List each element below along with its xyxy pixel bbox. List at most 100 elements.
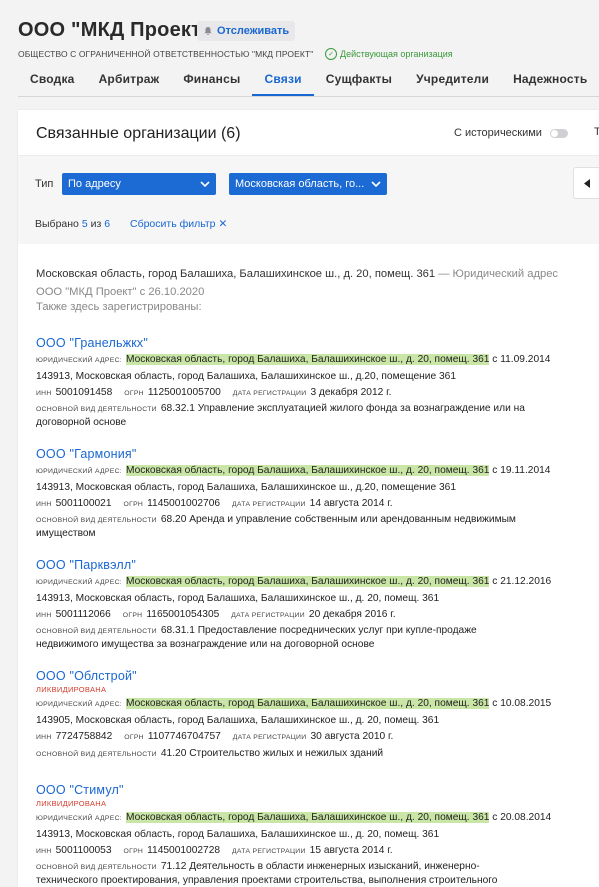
- close-icon: ✕: [218, 218, 228, 230]
- org-name-link[interactable]: ООО "Гармония": [36, 447, 596, 463]
- tab-bar: Сводка Арбитраж Финансы Связи Сущфакты У…: [18, 66, 599, 97]
- org-ids: ИНН 5001112066 ОГРН 1165001054305 ДАТА РЕГИС…: [36, 607, 596, 624]
- address-info: Московская область, город Балашиха, Бала…: [36, 265, 581, 301]
- org-ogrn: 1107746704757: [147, 731, 221, 742]
- status-badge: ✓ Действующая организация: [325, 48, 453, 60]
- activity-label: ОСНОВНОЙ ВИД ДЕЯТЕЛЬНОСТИ: [36, 517, 157, 524]
- activity-label: ОСНОВНОЙ ВИД ДЕЯТЕЛЬНОСТИ: [36, 864, 157, 871]
- org-legal-address: ЮРИДИЧЕСКИЙ АДРЕС: Московская область, го…: [36, 352, 596, 369]
- toggle-switch[interactable]: [549, 128, 568, 138]
- org-address-highlight: Московская область, город Балашиха, Бала…: [126, 576, 490, 587]
- selected-number: 5: [81, 218, 88, 230]
- legal-address-label: ЮРИДИЧЕСКИЙ АДРЕС:: [36, 357, 122, 364]
- tab-founders[interactable]: Учредители: [404, 66, 501, 96]
- activity-line1: 71.12 Деятельность в области инженерных …: [160, 861, 480, 872]
- activity-line1: 68.31.1 Предоставление посреднических ус…: [160, 625, 477, 636]
- org-inn: 5001091458: [55, 387, 113, 398]
- ogrn-label: ОГРН: [123, 848, 144, 855]
- liquidated-badge: ЛИКВИДИРОВАНА: [36, 685, 107, 694]
- company-title: ООО "МКД Проект": [18, 19, 211, 41]
- legal-address-label: ЮРИДИЧЕСКИЙ АДРЕС:: [36, 579, 122, 586]
- type-select-value: По адресу: [68, 178, 121, 190]
- legal-address-label: ЮРИДИЧЕСКИЙ АДРЕС:: [36, 701, 122, 708]
- org-entry: ООО "Облстрой" ЛИКВИДИРОВАНА ЮРИДИЧЕСКИЙ…: [36, 669, 596, 763]
- region-select[interactable]: Московская область, го...: [229, 173, 387, 195]
- tab-summary[interactable]: Сводка: [18, 66, 87, 96]
- chevron-down-icon: [198, 181, 212, 187]
- org-ids: ИНН 7724758842 ОГРН 1107746704757 ДАТА РЕГИС…: [36, 729, 596, 746]
- related-orgs-card: Связанные организации (6) С историческим…: [18, 110, 599, 887]
- legal-address-label: ЮРИДИЧЕСКИЙ АДРЕС:: [36, 468, 122, 475]
- org-entry: ООО "Стимул" ЛИКВИДИРОВАНА ЮРИДИЧЕСКИЙ А…: [36, 783, 596, 887]
- company-header: ООО "МКД Проект" Отслеживать ОБЩЕСТВО С …: [0, 0, 599, 100]
- bell-icon: [204, 27, 212, 35]
- org-name-link[interactable]: ООО "Облстрой": [36, 669, 596, 685]
- org-inn: 7724758842: [55, 731, 113, 742]
- activity-line2: недвижимого имущества за вознаграждение …: [36, 639, 375, 650]
- chevron-down-icon: [369, 181, 383, 187]
- tab-reliability[interactable]: Надежность: [501, 66, 599, 96]
- org-ids: ИНН 5001100053 ОГРН 1145001002728 ДАТА РЕГИС…: [36, 843, 596, 860]
- org-postal-address: 143913, Московская область, город Балаши…: [36, 371, 456, 382]
- org-reg-date: 15 августа 2014 г.: [309, 845, 393, 856]
- org-since: с 20.08.2014: [492, 812, 552, 823]
- activity-line2: договорной основе: [36, 417, 127, 428]
- tab-finance[interactable]: Финансы: [171, 66, 252, 96]
- region-select-value: Московская область, го...: [235, 178, 365, 190]
- reg-date-label: ДАТА РЕГИСТРАЦИИ: [232, 390, 307, 397]
- org-entry: ООО "Парквэлл" ЮРИДИЧЕСКИЙ АДРЕС: Московс…: [36, 558, 596, 651]
- activity-label: ОСНОВНОЙ ВИД ДЕЯТЕЛЬНОСТИ: [36, 751, 157, 758]
- org-name-link[interactable]: ООО "Стимул": [36, 783, 596, 799]
- company-full-name: ОБЩЕСТВО С ОГРАНИЧЕННОЙ ОТВЕТСТВЕННОСТЬЮ…: [18, 49, 314, 59]
- org-reg-date: 30 августа 2010 г.: [310, 731, 394, 742]
- main-address: Московская область, город Балашиха, Бала…: [36, 268, 436, 280]
- status-text: Действующая организация: [340, 49, 453, 59]
- collapse-panel-button[interactable]: [573, 167, 599, 199]
- tab-facts[interactable]: Сущфакты: [314, 66, 404, 96]
- also-registered-label: Также здесь зарегистрированы:: [36, 301, 202, 313]
- reset-filter-link[interactable]: Сбросить фильтр ✕: [130, 218, 227, 230]
- org-entry: ООО "Гранельжкх" ЮРИДИЧЕСКИЙ АДРЕС: Моско…: [36, 336, 596, 429]
- org-ids: ИНН 5001100021 ОГРН 1145001002706 ДАТА РЕГИС…: [36, 496, 596, 513]
- org-reg-date: 20 декабря 2016 г.: [308, 609, 396, 620]
- filter-panel: Тип По адресу Московская область, го... …: [18, 156, 599, 244]
- selected-prefix: Выбрано: [35, 218, 79, 230]
- org-ogrn: 1125001005700: [147, 387, 221, 398]
- org-postal-address: 143913, Московская область, город Балаши…: [36, 829, 440, 840]
- cut-off-label: Т: [594, 126, 599, 138]
- org-postal-address: 143913, Московская область, город Балаши…: [36, 482, 456, 493]
- triangle-left-icon: [583, 178, 590, 188]
- reg-date-label: ДАТА РЕГИСТРАЦИИ: [232, 501, 306, 508]
- reset-filter-label: Сбросить фильтр: [130, 218, 216, 230]
- org-name-link[interactable]: ООО "Гранельжкх": [36, 336, 596, 352]
- org-entry: ООО "Гармония" ЮРИДИЧЕСКИЙ АДРЕС: Московс…: [36, 447, 596, 540]
- org-name-link[interactable]: ООО "Парквэлл": [36, 558, 596, 574]
- activity-line1: 68.32.1 Управление эксплуатацией жилого …: [160, 403, 525, 414]
- tab-links[interactable]: Связи: [252, 66, 314, 96]
- type-select[interactable]: По адресу: [62, 173, 216, 195]
- org-since: с 10.08.2015: [492, 698, 552, 709]
- org-since: с 19.11.2014: [492, 465, 551, 476]
- org-address-highlight: Московская область, город Балашиха, Бала…: [126, 354, 490, 365]
- inn-label: ИНН: [36, 501, 52, 508]
- org-postal-address: 143905, Московская область, город Балаши…: [36, 715, 440, 726]
- org-since: с 21.12.2016: [492, 576, 552, 587]
- org-activity: ОСНОВНОЙ ВИД ДЕЯТЕЛЬНОСТИ 68.20 Аренда и …: [36, 513, 596, 540]
- follow-button[interactable]: Отслеживать: [197, 21, 296, 41]
- selected-of: из: [90, 218, 102, 230]
- org-legal-address: ЮРИДИЧЕСКИЙ АДРЕС: Московская область, го…: [36, 810, 596, 827]
- historic-toggle[interactable]: С историческими: [454, 127, 568, 139]
- inn-label: ИНН: [36, 612, 52, 619]
- activity-line1: 41.20 Строительство жилых и нежилых здан…: [160, 748, 384, 759]
- ogrn-label: ОГРН: [122, 612, 143, 619]
- org-ids: ИНН 5001091458 ОГРН 1125001005700 ДАТА РЕГИС…: [36, 385, 596, 402]
- org-inn: 5001112066: [55, 609, 111, 620]
- org-address-highlight: Московская область, город Балашиха, Бала…: [126, 812, 490, 823]
- tab-arbitration[interactable]: Арбитраж: [87, 66, 172, 96]
- inn-label: ИНН: [36, 390, 52, 397]
- inn-label: ИНН: [36, 734, 52, 741]
- reg-date-label: ДАТА РЕГИСТРАЦИИ: [232, 734, 307, 741]
- check-icon: ✓: [325, 48, 337, 60]
- org-activity: ОСНОВНОЙ ВИД ДЕЯТЕЛЬНОСТИ 68.32.1 Управле…: [36, 402, 596, 429]
- org-legal-address: ЮРИДИЧЕСКИЙ АДРЕС: Московская область, го…: [36, 574, 596, 591]
